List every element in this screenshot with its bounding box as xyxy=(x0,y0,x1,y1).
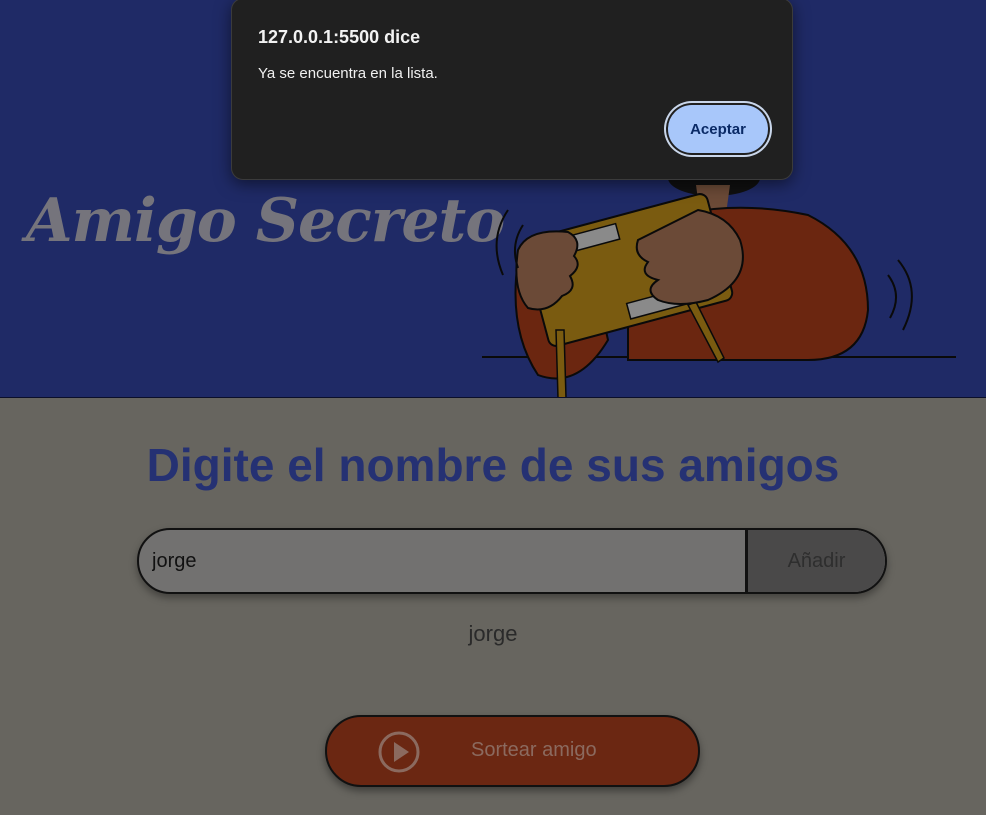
accept-button[interactable]: Aceptar xyxy=(668,105,768,153)
add-friend-button[interactable]: Añadir xyxy=(745,530,885,592)
friend-list-item: jorge xyxy=(468,621,518,646)
section-heading: Digite el nombre de sus amigos xyxy=(146,439,840,491)
dialog-message: Ya se encuentra en la lista. xyxy=(258,65,438,82)
alert-dialog: 127.0.0.1:5500 dice Ya se encuentra en l… xyxy=(231,0,793,180)
friend-list: jorge xyxy=(0,620,986,648)
draw-friend-button[interactable]: Sortear amigo xyxy=(325,715,700,787)
dialog-title: 127.0.0.1:5500 dice xyxy=(258,27,421,47)
friend-name-input[interactable] xyxy=(139,530,745,592)
friend-input-group: Añadir xyxy=(137,528,887,594)
play-circle-icon xyxy=(378,731,420,773)
draw-button-label: Sortear amigo xyxy=(471,739,597,761)
app-title: Amigo Secreto xyxy=(26,186,505,256)
